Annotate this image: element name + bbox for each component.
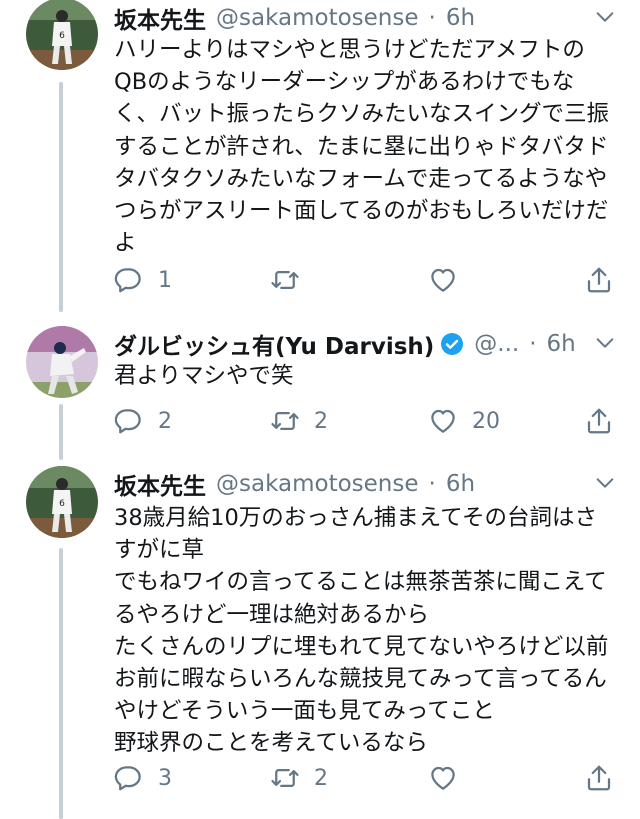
reply-icon — [114, 409, 141, 434]
tweet-text: 君よりマシやで笑 — [114, 360, 624, 392]
chevron-down-icon[interactable] — [594, 6, 616, 28]
heart-icon — [431, 268, 455, 292]
svg-text:6: 6 — [59, 499, 65, 509]
baseball-player-avatar-image: 6 — [26, 466, 98, 538]
tweet[interactable]: 6 坂本先生 @sakamotosense · 6h 38歳月給10万のおっさん… — [0, 460, 640, 819]
tweet-text: ハリーよりはマシやと思うけどただアメフトの QBのようなリーダーシップがあるわけ… — [114, 34, 624, 259]
tweet-actions: 2 2 20 — [114, 403, 622, 439]
retweet-button[interactable]: 2 — [270, 760, 328, 796]
tweet-header: 坂本先生 @sakamotosense · 6h — [114, 466, 620, 502]
reply-count: 2 — [158, 408, 172, 434]
tweet-text-line: することが許され、たまに塁に出りゃドタバタド — [114, 133, 609, 160]
share-icon — [587, 765, 611, 791]
heart-icon — [431, 409, 455, 433]
retweet-icon — [271, 271, 299, 289]
tweet-header: ダルビッシュ有(Yu Darvish) @... · 6h — [114, 326, 620, 362]
tweet-text-line: るやろけど一理は絶対あるから — [114, 601, 430, 628]
retweet-count: 2 — [314, 765, 328, 791]
reply-button[interactable]: 2 — [114, 403, 172, 439]
pitcher-avatar-image — [26, 326, 98, 398]
display-name[interactable]: ダルビッシュ有(Yu Darvish) — [114, 327, 434, 361]
chevron-down-icon[interactable] — [594, 472, 616, 494]
reply-button[interactable]: 3 — [114, 760, 172, 796]
user-handle[interactable]: @sakamotosense — [216, 471, 419, 497]
share-button[interactable] — [584, 403, 614, 439]
tweet-text-line: QBのようなリーダーシップがあるわけでもな — [114, 69, 575, 96]
tweet[interactable]: ダルビッシュ有(Yu Darvish) @... · 6h 君よりマシやで笑 2… — [0, 312, 640, 460]
tweet-text-line: お前に暇ならいろんな競技見てみって言ってるん — [114, 666, 607, 693]
avatar[interactable]: 6 — [26, 0, 98, 70]
like-count: 20 — [472, 408, 500, 434]
timestamp[interactable]: 6h — [446, 5, 475, 31]
tweet-text-line: すがに草 — [114, 537, 205, 564]
share-button[interactable] — [584, 760, 614, 796]
reply-icon — [114, 766, 141, 791]
baseball-player-avatar-image: 6 — [26, 0, 98, 70]
share-icon — [587, 408, 611, 434]
svg-text:6: 6 — [59, 31, 65, 41]
reply-icon — [114, 268, 141, 293]
like-button[interactable] — [428, 262, 472, 298]
share-button[interactable] — [584, 262, 614, 298]
tweet-text-line: タバタクソみたいなフォームで走ってるようなや — [114, 165, 608, 192]
verified-badge-icon — [441, 333, 464, 355]
tweet-text-line: 君よりマシやで笑 — [114, 363, 294, 389]
tweet-text-line: 野球界のことを考えているなら — [114, 730, 428, 757]
like-button[interactable]: 20 — [428, 403, 500, 439]
separator-dot: · — [529, 331, 537, 357]
display-name[interactable]: 坂本先生 — [114, 1, 206, 35]
separator-dot: · — [428, 471, 436, 497]
retweet-count: 2 — [314, 408, 328, 434]
share-icon — [587, 267, 611, 293]
retweet-button[interactable]: 2 — [270, 403, 328, 439]
user-handle[interactable]: @... — [474, 331, 519, 357]
tweet-text-line: やけどそういう一面も見てみってこと — [114, 698, 495, 725]
tweet-text-line: よ — [114, 230, 137, 257]
tweet-text-line: ハリーよりはマシやと思うけどただアメフトの — [114, 37, 585, 63]
reply-count: 3 — [158, 765, 172, 791]
tweet-text-line: でもねワイの言ってることは無茶苦茶に聞こえて — [114, 569, 607, 596]
user-handle[interactable]: @sakamotosense — [216, 5, 419, 31]
tweet-header: 坂本先生 @sakamotosense · 6h — [114, 0, 620, 36]
reply-button[interactable]: 1 — [114, 262, 172, 298]
separator-dot: · — [428, 5, 436, 31]
tweet-text: 38歳月給10万のおっさん捕まえてその台詞はさ すがに草 でもねワイの言ってるこ… — [114, 502, 624, 760]
retweet-icon — [271, 412, 299, 430]
tweet-text-line: たくさんのリプに埋もれて見てないやろけど以前 — [114, 633, 609, 660]
retweet-icon — [271, 769, 299, 787]
avatar[interactable] — [26, 326, 98, 398]
timestamp[interactable]: 6h — [446, 471, 475, 497]
tweet[interactable]: 6 坂本先生 @sakamotosense · 6h ハリーよりはマシやと思うけ… — [0, 0, 640, 312]
tweet-actions: 1 — [114, 262, 622, 298]
timestamp[interactable]: 6h — [547, 331, 576, 357]
like-button[interactable] — [428, 760, 472, 796]
chevron-down-icon[interactable] — [594, 332, 616, 354]
avatar[interactable]: 6 — [26, 466, 98, 538]
tweet-text-line: く、バット振ったらクソみたいなスイングで三振 — [114, 101, 610, 128]
retweet-button[interactable] — [270, 262, 314, 298]
reply-count: 1 — [158, 267, 172, 293]
tweet-text-line: 38歳月給10万のおっさん捕まえてその台詞はさ — [114, 505, 597, 531]
tweet-text-line: つらがアスリート面してるのがおもしろいだけだ — [114, 198, 609, 225]
tweet-actions: 3 2 — [114, 760, 622, 796]
heart-icon — [431, 766, 455, 790]
display-name[interactable]: 坂本先生 — [114, 467, 206, 501]
